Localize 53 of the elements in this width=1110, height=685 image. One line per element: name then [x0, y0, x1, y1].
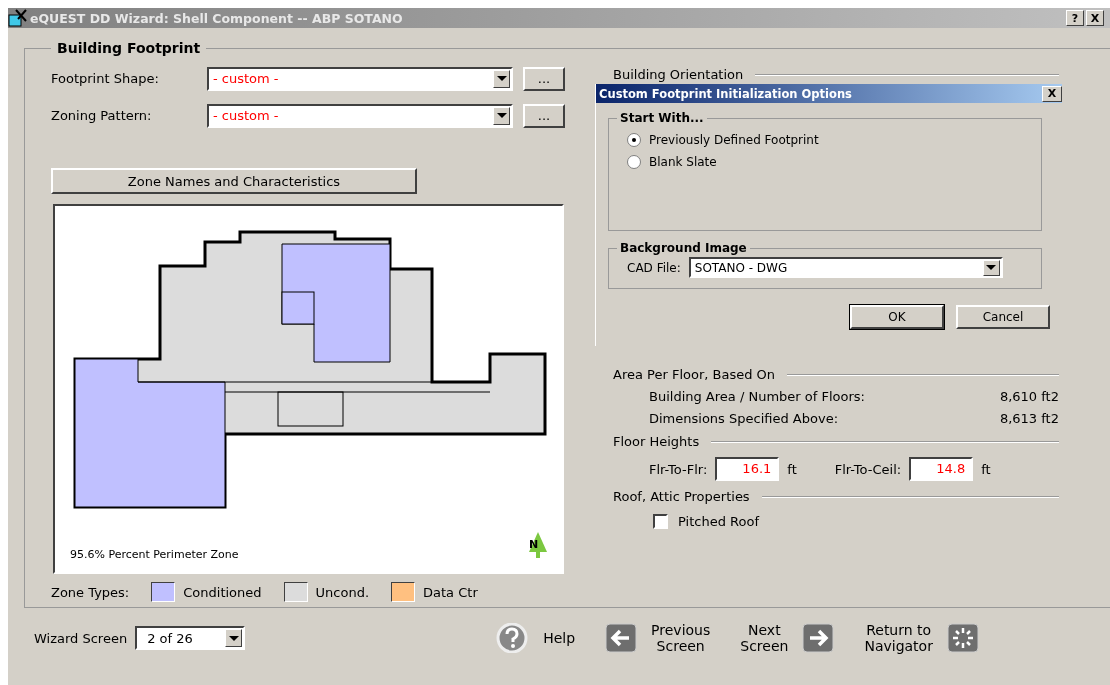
height-input[interactable]: 16.1: [715, 457, 780, 481]
checkbox-label: Pitched Roof: [678, 514, 759, 529]
area-value: 8,610 ft2: [999, 389, 1059, 404]
wizard-screen-label: Wizard Screen: [34, 630, 128, 646]
height-input[interactable]: 14.8: [909, 457, 974, 481]
group-title: Building Footprint: [56, 40, 202, 56]
help-button[interactable]: ?: [1066, 10, 1084, 26]
height-label: Flr-To-Flr:: [649, 461, 708, 477]
zone-type-label: Conditioned: [183, 584, 262, 600]
app-icon: [8, 9, 28, 27]
browse-button[interactable]: ...: [523, 103, 565, 128]
section-title: Area Per Floor, Based On: [613, 367, 776, 382]
legend-label: Zone Types:: [51, 584, 130, 600]
zone-type-label: Data Ctr: [423, 584, 478, 600]
section-title: Roof, Attic Properties: [613, 489, 750, 504]
dialog-title: Custom Footprint Initialization Options: [599, 86, 852, 101]
group-title: Start With...: [619, 111, 705, 125]
nav-link[interactable]: Help: [543, 630, 576, 646]
field-label: Footprint Shape:: [51, 71, 160, 86]
area-label: Dimensions Specified Above:: [649, 411, 838, 426]
area-label: Building Area / Number of Floors:: [649, 389, 865, 404]
window-title: eQUEST DD Wizard: Shell Component -- ABP SOTANO: [30, 10, 404, 26]
dialog-button[interactable]: OK: [850, 305, 944, 329]
area-value: 8,613 ft2: [999, 411, 1059, 426]
dropdown[interactable]: - custom -: [207, 66, 513, 91]
section-title: Floor Heights: [613, 434, 700, 449]
radio-label: Previously Defined Footprint: [649, 133, 819, 147]
nav-link[interactable]: Next Screen: [740, 622, 789, 654]
dropdown[interactable]: - custom -: [207, 103, 513, 128]
starburst-icon[interactable]: [946, 623, 979, 653]
height-label: Flr-To-Ceil:: [834, 461, 902, 477]
section-title: Building Orientation: [613, 67, 744, 82]
browse-button[interactable]: ...: [523, 66, 565, 91]
checkbox[interactable]: [653, 514, 668, 529]
nav-link[interactable]: Return to Navigator: [864, 622, 933, 654]
close-button[interactable]: X: [1042, 85, 1062, 102]
field-label: Zoning Pattern:: [51, 108, 153, 123]
close-button[interactable]: X: [1086, 10, 1104, 26]
dialog-button[interactable]: Cancel: [956, 305, 1050, 329]
field-label: CAD File:: [627, 260, 681, 275]
group-title: Background Image: [619, 241, 748, 255]
radio-label: Blank Slate: [649, 155, 717, 169]
radio-button[interactable]: [627, 155, 641, 169]
zone-names-button[interactable]: Zone Names and Characteristics: [51, 168, 417, 194]
unit-label: ft: [981, 461, 991, 477]
help-icon[interactable]: [495, 623, 530, 653]
perimeter-caption: 95.6% Percent Perimeter Zone: [70, 548, 239, 561]
nav-link[interactable]: Previous Screen: [651, 622, 711, 654]
radio-button[interactable]: [627, 133, 641, 147]
unit-label: ft: [787, 461, 797, 477]
cad-file-dropdown[interactable]: SOTANO - DWG: [688, 257, 1003, 278]
zone-type-label: Uncond.: [315, 584, 370, 600]
screen-dropdown[interactable]: 2 of 26: [135, 626, 246, 650]
